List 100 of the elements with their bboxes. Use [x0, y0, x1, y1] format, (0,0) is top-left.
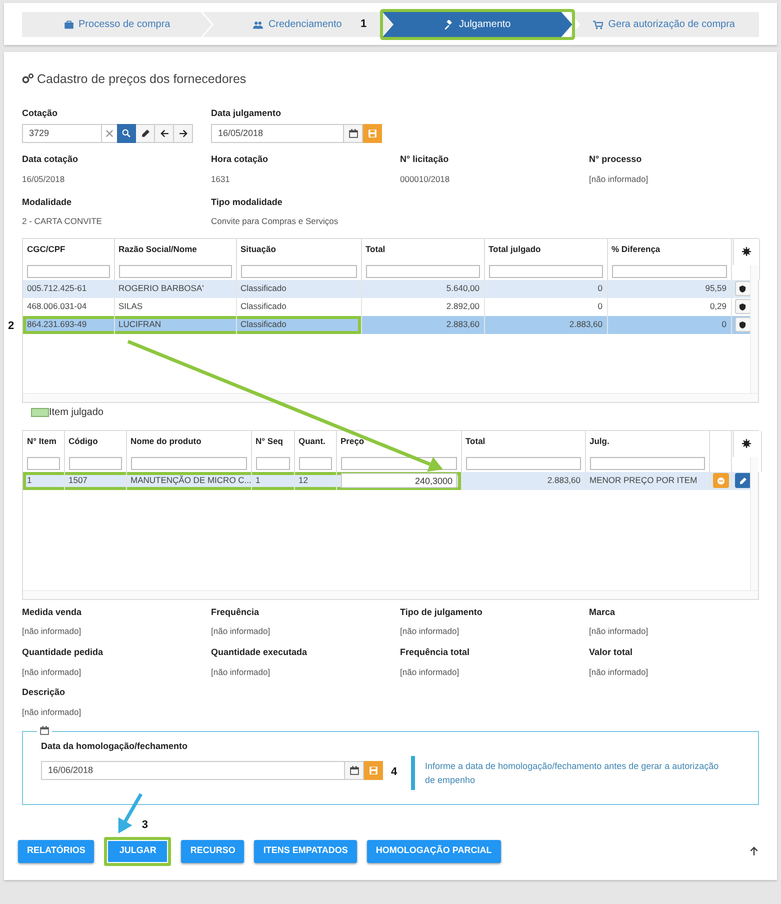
- action-button[interactable]: RELATÓRIOS: [18, 840, 94, 862]
- pencil-icon: [738, 476, 746, 484]
- filter-field[interactable]: [298, 456, 332, 470]
- shield-button[interactable]: [734, 317, 750, 332]
- field-label: Marca: [589, 606, 616, 619]
- field-value: 1631: [211, 172, 231, 186]
- column-header: CGC/CPF: [27, 242, 66, 256]
- field-label: N° licitação: [400, 153, 450, 166]
- table-cell: 1: [256, 475, 260, 486]
- wizard-step[interactable]: Gera autorização de compra: [569, 12, 759, 37]
- action-button[interactable]: JULGAR: [104, 836, 172, 866]
- table-cell: 12: [298, 475, 308, 486]
- filter-field[interactable]: [256, 456, 290, 470]
- step-number: 3: [142, 818, 148, 832]
- settings-icon: [742, 247, 750, 256]
- input-field[interactable]: 16/06/2018: [41, 761, 345, 780]
- filter-field[interactable]: [118, 264, 232, 278]
- field-label: Data cotação: [22, 153, 80, 166]
- field-label: Data da homologação/fechamento: [41, 740, 189, 753]
- field-value: [não informado]: [400, 625, 460, 638]
- filter-field[interactable]: [27, 456, 60, 470]
- field-label: Quantidade pedida: [22, 646, 104, 659]
- table-cell: Classificado: [240, 319, 286, 330]
- calendar-button[interactable]: [344, 124, 363, 144]
- filter-field[interactable]: [130, 456, 246, 470]
- column-header: N° Item: [27, 434, 58, 448]
- search-button[interactable]: [117, 124, 136, 144]
- step-number: 4: [391, 765, 398, 780]
- field-value: 16/05/2018: [22, 172, 66, 186]
- shield-button[interactable]: [734, 281, 750, 296]
- action-button[interactable]: ITENS EMPATADOS: [254, 840, 357, 862]
- field-label: Data julgamento: [211, 106, 282, 120]
- pencil-icon: [140, 129, 150, 138]
- filter-field[interactable]: [240, 264, 356, 278]
- arrow-right-icon: [178, 129, 188, 138]
- settings-icon: [742, 439, 750, 448]
- filter-field[interactable]: [27, 264, 110, 278]
- field-value: Convite para Compras e Serviços: [211, 215, 340, 228]
- filter-field[interactable]: [68, 456, 122, 470]
- field-label: Quantidade executada: [211, 646, 308, 659]
- previous-button[interactable]: [155, 124, 174, 144]
- field-value: [não informado]: [22, 625, 82, 638]
- filter-field[interactable]: [612, 264, 726, 278]
- table-cell: Classificado: [240, 283, 286, 294]
- table-cell: 005.712.425-61: [27, 283, 87, 294]
- minus-circle-icon: [716, 476, 724, 484]
- wizard-step[interactable]: Processo de compra: [22, 12, 212, 37]
- column-header: Quant.: [298, 434, 326, 448]
- remove-button[interactable]: [712, 473, 728, 488]
- info-note: Informe a data de homologação/fechamento antes de gerar a autorização de empenho: [411, 756, 731, 790]
- filter-field[interactable]: [466, 456, 580, 470]
- price-field[interactable]: 240,3000: [340, 473, 456, 488]
- column-header: Total: [366, 242, 386, 256]
- calendar-button[interactable]: [345, 761, 364, 780]
- table-cell: Classificado: [240, 301, 286, 312]
- table-cell: 2.883,60: [547, 475, 580, 486]
- field-label: Frequência total: [400, 646, 471, 659]
- gavel-icon: [444, 20, 454, 30]
- column-header: Total julgado: [488, 242, 542, 256]
- field-label: Cotação: [22, 106, 59, 120]
- wizard-step[interactable]: Julgamento: [382, 12, 572, 37]
- arrow-up-icon[interactable]: [749, 846, 759, 856]
- filter-field[interactable]: [590, 456, 704, 470]
- briefcase-icon: [64, 20, 74, 30]
- page-title: Cadastro de preços dos fornecedores: [37, 71, 246, 88]
- action-button[interactable]: HOMOLOGAÇÃO PARCIAL: [366, 840, 501, 862]
- table-cell: MANUTENÇÃO DE MICRO C...: [130, 475, 252, 486]
- filter-field[interactable]: [488, 264, 602, 278]
- table-cell: ROGERIO BARBOSA': [118, 283, 204, 294]
- calendar-icon: [348, 129, 358, 138]
- field-label: Valor total: [589, 646, 634, 659]
- field-value: [não informado]: [22, 666, 82, 678]
- step-number: 2: [8, 318, 14, 334]
- clear-button[interactable]: [102, 124, 117, 144]
- shield-icon: [739, 284, 746, 292]
- gears-icon: [22, 73, 34, 86]
- table-cell: 2.892,00: [446, 301, 480, 312]
- next-button[interactable]: [174, 124, 193, 144]
- filter-field[interactable]: [366, 264, 480, 278]
- table-cell: 1: [27, 475, 32, 486]
- search-icon: [122, 129, 130, 138]
- table-cell: 864.231.693-49: [27, 319, 87, 330]
- table-cell: 2.883,60: [446, 319, 480, 330]
- column-header: Total: [466, 434, 486, 448]
- table-cell: 2.883,60: [569, 319, 602, 330]
- column-header: Código: [68, 434, 99, 448]
- input-field[interactable]: 16/05/2018: [211, 124, 344, 144]
- input-field[interactable]: 3729: [22, 124, 102, 144]
- shield-button[interactable]: [734, 299, 750, 314]
- column-header: Preço: [340, 434, 366, 448]
- field-label: Medida venda: [22, 606, 83, 619]
- action-button[interactable]: RECURSO: [181, 840, 244, 862]
- column-header: Razão Social/Nome: [118, 242, 198, 256]
- field-label: N° processo: [589, 153, 643, 166]
- field-value: [não informado]: [211, 666, 272, 678]
- table-cell: 0: [598, 301, 602, 312]
- field-label: Frequência: [211, 606, 260, 619]
- calendar-icon: [350, 766, 358, 775]
- table-cell: 0,29: [710, 301, 726, 312]
- field-value: [não informado]: [400, 666, 460, 678]
